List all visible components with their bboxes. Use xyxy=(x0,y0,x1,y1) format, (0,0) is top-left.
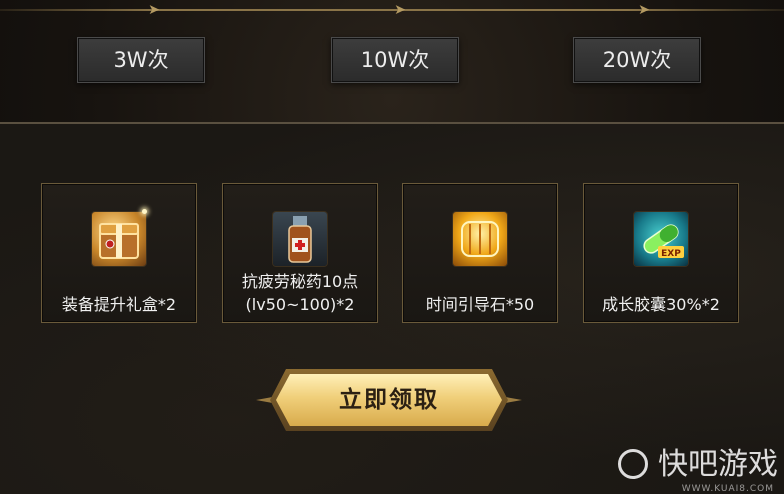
reward-name-line1: 抗疲劳秘药10点 xyxy=(241,272,359,291)
reward-name: 时间引导石*50 xyxy=(425,295,535,314)
tier-button-20w[interactable]: 20W次 xyxy=(573,37,701,83)
event-reward-screen: ➤ ➤ ➤ 3W次 10W次 20W次 装备提升礼盒*2 抗疲劳秘药10点 (l… xyxy=(0,0,784,494)
arrow-ornament-icon: ➤ xyxy=(394,2,406,18)
watermark: 快吧游戏 xyxy=(618,447,778,482)
watermark-text: 快吧游戏 xyxy=(658,447,778,482)
reward-card-potion[interactable]: 抗疲劳秘药10点 (lv50~100)*2 xyxy=(222,183,378,323)
reward-card-gift-box[interactable]: 装备提升礼盒*2 xyxy=(41,183,197,323)
reward-name-line2: (lv50~100)*2 xyxy=(245,295,355,314)
reward-card-time-stone[interactable]: 时间引导石*50 xyxy=(402,183,558,323)
reward-name: 成长胶囊30%*2 xyxy=(602,295,720,314)
watermark-url: WWW.KUAI8.COM xyxy=(681,484,774,494)
claim-button-wrapper: 立即领取 xyxy=(256,369,522,431)
claim-now-button[interactable]: 立即领取 xyxy=(276,374,502,426)
arrow-ornament-icon: ➤ xyxy=(148,2,160,18)
reward-name: 装备提升礼盒*2 xyxy=(61,295,177,314)
time-stone-icon xyxy=(453,212,507,266)
svg-text:EXP: EXP xyxy=(661,249,681,259)
gift-box-icon xyxy=(92,212,146,266)
tier-button-10w[interactable]: 10W次 xyxy=(331,37,459,83)
potion-bottle-icon xyxy=(273,212,327,266)
exp-capsule-icon: EXP xyxy=(634,212,688,266)
reward-card-exp-capsule[interactable]: EXP 成长胶囊30%*2 xyxy=(583,183,739,323)
arrow-ornament-icon: ➤ xyxy=(638,2,650,18)
tier-button-3w[interactable]: 3W次 xyxy=(77,37,205,83)
watermark-logo-icon xyxy=(618,449,648,479)
